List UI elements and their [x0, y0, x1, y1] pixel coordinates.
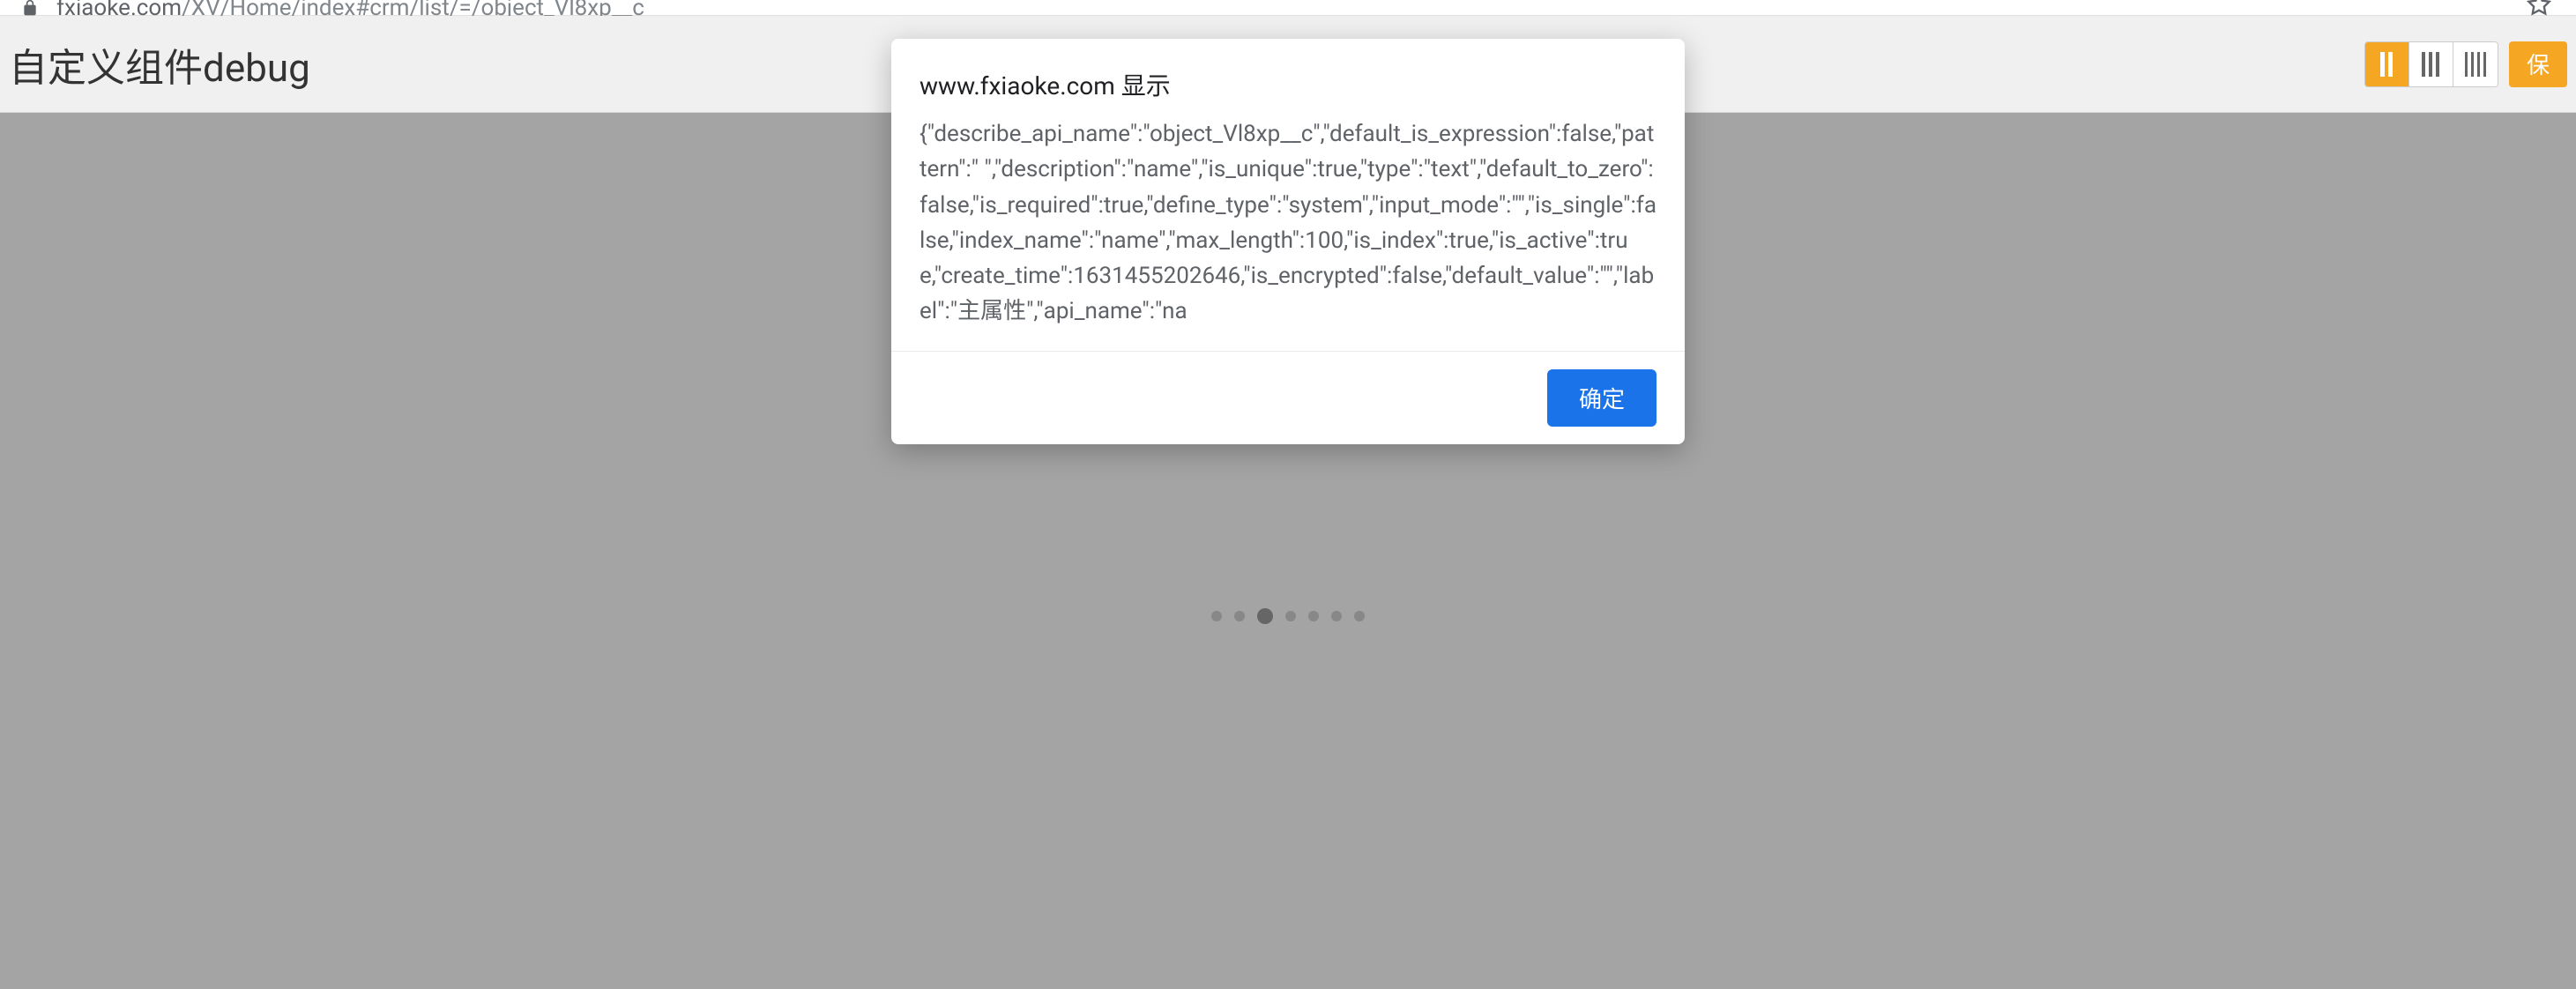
alert-body: {"describe_api_name":"object_Vl8xp__c","… [891, 116, 1685, 351]
alert-ok-button[interactable]: 确定 [1547, 369, 1657, 427]
save-button[interactable]: 保 [2509, 41, 2567, 87]
column-layout-4-button[interactable] [2453, 42, 2498, 86]
alert-title: www.fxiaoke.com 显示 [891, 39, 1685, 116]
two-column-icon [2380, 52, 2393, 77]
three-column-icon [2422, 52, 2439, 77]
loading-indicator [1211, 608, 1365, 624]
browser-address-bar: fxiaoke.com/XV/Home/index#crm/list/=/obj… [0, 0, 2576, 16]
header-controls: 保 [2364, 41, 2567, 87]
page-title: 自定义组件debug [9, 36, 310, 93]
column-layout-buttons [2364, 41, 2498, 87]
four-column-icon [2465, 52, 2486, 77]
column-layout-2-button[interactable] [2365, 42, 2409, 86]
alert-footer: 确定 [891, 351, 1685, 444]
alert-dialog: www.fxiaoke.com 显示 {"describe_api_name":… [891, 39, 1685, 444]
column-layout-3-button[interactable] [2409, 42, 2453, 86]
